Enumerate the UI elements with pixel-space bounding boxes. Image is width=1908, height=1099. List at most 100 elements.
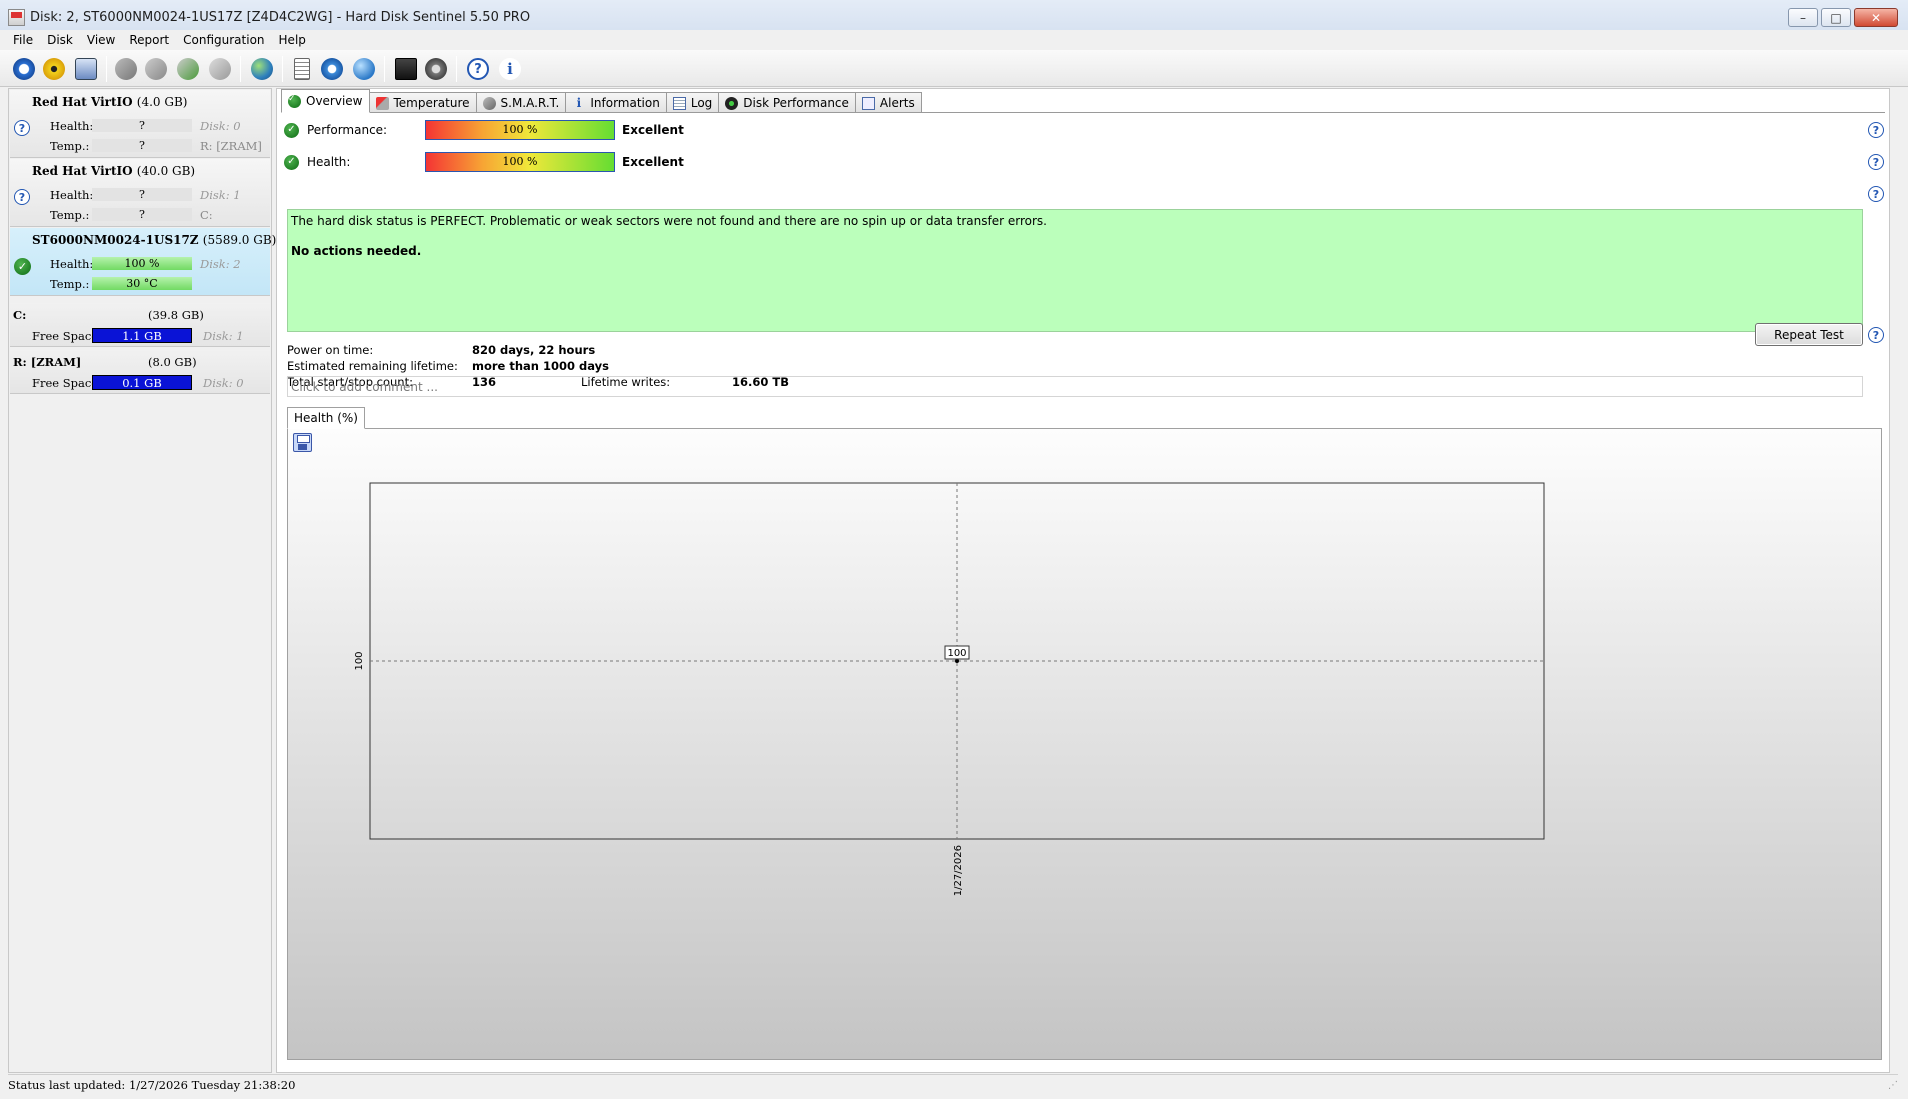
performance-rating: Excellent xyxy=(622,123,684,137)
info-icon: i xyxy=(576,95,582,110)
sound-icon[interactable] xyxy=(422,55,450,83)
free-space-label: Free Space xyxy=(32,376,99,390)
drive-ref: R: [ZRAM] xyxy=(200,139,262,153)
disk-card[interactable]: Red Hat VirtIO (40.0 GB) ? Health: ? Dis… xyxy=(10,159,270,227)
temp-label: Temp.: xyxy=(50,208,90,222)
tab-health-graph[interactable]: Health (%) xyxy=(287,407,365,429)
help-icon[interactable]: ? xyxy=(1868,327,1884,343)
gauge-icon xyxy=(725,96,739,110)
tab-temperature[interactable]: Temperature xyxy=(368,92,477,113)
tab-alerts[interactable]: Alerts xyxy=(854,92,922,113)
refresh-icon[interactable] xyxy=(10,55,38,83)
health-value: ? xyxy=(92,119,192,132)
disk-name: Red Hat VirtIO (4.0 GB) xyxy=(32,95,188,109)
health-value: 100 % xyxy=(92,257,192,270)
help-icon[interactable]: ? xyxy=(1868,186,1884,202)
tab-bar: ✓ Overview Temperature S.M.A.R.T. i Info… xyxy=(281,89,922,113)
y-tick-label: 100 xyxy=(354,651,365,670)
tab-overview[interactable]: ✓ Overview xyxy=(281,89,370,113)
menu-configuration[interactable]: Configuration xyxy=(182,30,277,50)
volume-card[interactable]: R: [ZRAM] (8.0 GB) Free Space 0.1 GB Dis… xyxy=(10,350,270,394)
health-bar: 100 % xyxy=(425,152,615,172)
performance-bar: 100 % xyxy=(425,120,615,140)
actions-message: No actions needed. xyxy=(291,244,422,258)
minimize-button[interactable]: – xyxy=(1788,8,1818,27)
thermometer-icon xyxy=(375,96,389,110)
volume-size: (8.0 GB) xyxy=(148,355,197,369)
tab-disk-performance[interactable]: Disk Performance xyxy=(718,92,856,113)
resize-grip-icon[interactable]: ⋰ xyxy=(1888,1080,1900,1092)
tab-information[interactable]: i Information xyxy=(565,92,667,113)
volume-card[interactable]: C: (39.8 GB) Free Space 1.1 GB Disk: 1 xyxy=(10,303,270,347)
menu-view[interactable]: View xyxy=(86,30,128,50)
data-point xyxy=(955,659,959,663)
disk-card-selected[interactable]: ST6000NM0024-1US17Z (5589.0 GB) ✓ Health… xyxy=(10,228,276,296)
disk-size: (4.0 GB) xyxy=(136,95,188,109)
drive-ref: C: xyxy=(200,208,213,222)
volume-disk-ref: Disk: 1 xyxy=(203,329,244,343)
health-label: Health: xyxy=(50,257,94,271)
health-label: Health: xyxy=(50,119,94,133)
disk-name: Red Hat VirtIO (40.0 GB) xyxy=(32,164,196,178)
menu-help[interactable]: Help xyxy=(278,30,319,50)
log-icon xyxy=(672,96,686,110)
menu-bar: File Disk View Report Configuration Help xyxy=(0,30,1908,50)
report-icon[interactable] xyxy=(288,55,316,83)
menu-report[interactable]: Report xyxy=(128,30,182,50)
globe-icon[interactable] xyxy=(248,55,276,83)
volume-name: C: xyxy=(13,308,27,322)
info-icon[interactable]: i xyxy=(496,55,524,83)
power-on-label: Power on time: xyxy=(287,343,374,357)
repeat-test-button[interactable]: Repeat Test xyxy=(1755,323,1863,346)
smart-icon xyxy=(482,96,496,110)
status-unknown-icon: ? xyxy=(14,189,30,205)
help-icon[interactable]: ? xyxy=(1868,122,1884,138)
test-icon[interactable] xyxy=(206,55,234,83)
status-ok-icon: ✓ xyxy=(284,122,299,138)
menu-file[interactable]: File xyxy=(12,30,46,50)
free-space-value: 0.1 GB xyxy=(92,375,192,390)
disk-card[interactable]: Red Hat VirtIO (4.0 GB) ? Health: ? Disk… xyxy=(10,90,270,158)
close-button[interactable]: ✕ xyxy=(1854,8,1898,27)
status-unknown-icon: ? xyxy=(14,120,30,136)
help-icon[interactable]: ? xyxy=(1868,154,1884,170)
window-title: Disk: 2, ST6000NM0024-1US17Z [Z4D4C2WG] … xyxy=(30,10,531,25)
volume-disk-ref: Disk: 0 xyxy=(203,376,244,390)
status-message: The hard disk status is PERFECT. Problem… xyxy=(291,214,1047,228)
test-icon[interactable] xyxy=(142,55,170,83)
status-ok-icon: ✓ xyxy=(14,258,31,275)
close-icon: ✕ xyxy=(1870,10,1882,25)
disk-list-panel: Red Hat VirtIO (4.0 GB) ? Health: ? Disk… xyxy=(8,88,276,1073)
volume-name: R: [ZRAM] xyxy=(13,355,82,369)
temp-value: ? xyxy=(92,139,192,152)
menu-disk[interactable]: Disk xyxy=(46,30,86,50)
status-ok-icon: ✓ xyxy=(284,154,299,170)
tab-log[interactable]: Log xyxy=(665,92,720,113)
network-icon[interactable] xyxy=(350,55,378,83)
maximize-icon: □ xyxy=(1830,10,1842,25)
remaining-label: Estimated remaining lifetime: xyxy=(287,359,458,373)
health-label: Health: xyxy=(307,155,351,169)
alert-icon[interactable] xyxy=(40,55,68,83)
main-panel: ✓ Overview Temperature S.M.A.R.T. i Info… xyxy=(276,88,1890,1073)
toolbar: ? i xyxy=(0,50,1908,87)
temp-value: ? xyxy=(92,208,192,221)
test-icon[interactable] xyxy=(112,55,140,83)
comment-field[interactable]: Click to add comment ... xyxy=(287,376,1863,397)
health-value: ? xyxy=(92,188,192,201)
disk-ref: Disk: 0 xyxy=(200,119,241,133)
test-icon[interactable] xyxy=(174,55,202,83)
disk-size: (5589.0 GB) xyxy=(202,233,277,247)
maximize-button[interactable]: □ xyxy=(1821,8,1851,27)
tab-smart[interactable]: S.M.A.R.T. xyxy=(475,92,567,113)
volume-size: (39.8 GB) xyxy=(148,308,204,322)
disk-icon[interactable] xyxy=(72,55,100,83)
power-on-value: 820 days, 22 hours xyxy=(472,343,596,357)
minimize-icon: – xyxy=(1800,10,1806,25)
health-chart: 100 1/27/2026 100 xyxy=(354,482,1545,896)
help-icon[interactable]: ? xyxy=(464,55,492,83)
performance-label: Performance: xyxy=(307,123,388,137)
app-icon xyxy=(8,9,25,26)
chart-icon[interactable] xyxy=(392,55,420,83)
sync-icon[interactable] xyxy=(318,55,346,83)
